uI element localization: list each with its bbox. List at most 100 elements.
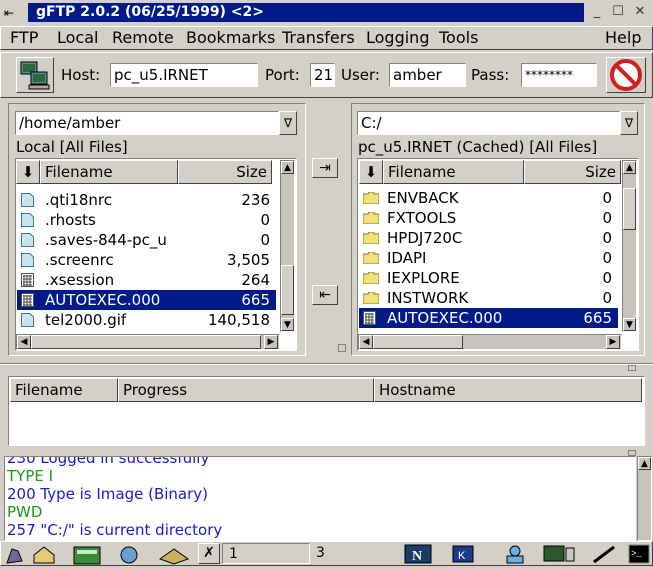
transfer-col-hostname[interactable]: Hostname [374, 378, 642, 402]
transfer-col-filename[interactable]: Filename [10, 378, 118, 402]
file-row[interactable]: .xsession 264 [17, 270, 276, 290]
port-label: Port: [265, 66, 300, 84]
file-name: .xsession [45, 271, 115, 289]
file-size: 0 [602, 189, 612, 207]
remote-col-filename[interactable]: Filename [383, 160, 524, 184]
edit-icon[interactable] [590, 544, 618, 564]
file-size: 264 [241, 271, 270, 289]
pane-resize-handle[interactable] [338, 344, 346, 352]
log-line: TYPE I [7, 467, 54, 485]
remote-col-size[interactable]: Size [524, 160, 621, 184]
scroll-left-icon[interactable]: ◀ [17, 335, 31, 349]
remote-vscroll-thumb[interactable] [623, 188, 636, 230]
scroll-down-icon[interactable]: ▼ [281, 318, 294, 331]
local-path-input[interactable]: /home/amber [15, 111, 279, 135]
file-size: 665 [241, 291, 270, 309]
scroll-left-icon[interactable]: ◀ [359, 335, 373, 349]
file-row[interactable]: IEXPLORE 0 [359, 268, 618, 288]
file-row[interactable]: .screenrc 3,505 [17, 250, 276, 270]
upload-button[interactable]: ⇥ [312, 158, 338, 178]
log-view[interactable]: 230 Logged in successfully TYPE I 200 Type… [4, 456, 636, 541]
resize-handle[interactable] [628, 365, 636, 371]
calculator-icon[interactable] [72, 545, 102, 565]
menu-logging[interactable]: Logging [366, 28, 429, 48]
user-label: User: [341, 66, 380, 84]
close-icon[interactable]: ✕ [631, 4, 649, 22]
local-col-size[interactable]: Size [178, 160, 272, 184]
file-row[interactable]: IDAPI 0 [359, 248, 618, 268]
remote-sort-button[interactable]: ⬇ [359, 160, 383, 184]
window-menu-icon[interactable]: ⇤ [4, 5, 24, 21]
menu-tools[interactable]: Tools [439, 28, 478, 48]
files-icon[interactable] [158, 545, 190, 565]
file-row[interactable]: .saves-844-pc_u 0 [17, 230, 276, 250]
minimize-icon[interactable]: _ [588, 4, 606, 22]
menu-bookmarks[interactable]: Bookmarks [186, 28, 275, 48]
remote-path-dropdown[interactable]: ∇ [620, 111, 638, 135]
folder-icon [363, 212, 379, 224]
file-name: HPDJ720C [387, 229, 463, 247]
file-row[interactable]: ENVBACK 0 [359, 188, 618, 208]
menu-local[interactable]: Local [57, 28, 98, 48]
port-input[interactable]: 21 [310, 63, 335, 87]
file-row[interactable]: .rhosts 0 [17, 210, 276, 230]
menu-ftp[interactable]: FTP [10, 28, 38, 48]
pass-input[interactable]: ******** [521, 63, 597, 87]
tools-icon[interactable]: ✗ [198, 543, 220, 564]
netscape-icon[interactable]: N [404, 544, 432, 564]
folder-icon [363, 252, 379, 264]
local-hscroll-thumb[interactable] [31, 335, 261, 349]
file-size: 140,518 [207, 311, 270, 329]
scroll-up-icon[interactable]: ▲ [638, 457, 651, 470]
desktop-1[interactable]: 1 [222, 543, 310, 564]
file-row[interactable]: INSTWORK 0 [359, 288, 618, 308]
terminal-icon[interactable]: >_ [628, 544, 650, 564]
menu-remote[interactable]: Remote [112, 28, 174, 48]
remote-rows: ENVBACK 0 FXTOOLS 0 HPDJ720C 0 IDAPI 0 IEXPLORE 0… [359, 188, 618, 328]
monitor-icon[interactable] [542, 544, 576, 564]
file-row[interactable]: AUTOEXEC.000 665 [359, 308, 618, 328]
connect-button[interactable] [16, 57, 54, 93]
scroll-right-icon[interactable]: ▶ [606, 335, 620, 349]
file-size: 0 [602, 209, 612, 227]
log-line: 200 Type is Image (Binary) [7, 485, 209, 503]
scroll-down-icon[interactable]: ▼ [623, 318, 636, 331]
menu-help[interactable]: Help [605, 28, 641, 48]
local-col-filename[interactable]: Filename [40, 160, 178, 184]
file-name: ENVBACK [387, 189, 459, 207]
local-sort-button[interactable]: ⬇ [16, 160, 40, 184]
remote-path-input[interactable]: C:/ [357, 111, 620, 135]
download-button[interactable]: ⇤ [312, 285, 338, 305]
file-row[interactable]: .qti18nrc 236 [17, 190, 276, 210]
browser-icon[interactable] [116, 545, 142, 565]
home-icon[interactable] [32, 545, 56, 565]
scroll-up-icon[interactable]: ▲ [281, 161, 294, 174]
file-name: FXTOOLS [387, 209, 457, 227]
file-row[interactable]: AUTOEXEC.000 665 [17, 290, 276, 310]
file-row[interactable]: tel2000.gif 140,518 [17, 310, 276, 330]
remote-hscroll-thumb[interactable] [373, 335, 463, 349]
local-rows: .qti18nrc 236 .rhosts 0 .saves-844-pc_u 0 .scr… [17, 190, 276, 330]
foot-menu-icon[interactable] [4, 545, 26, 565]
scroll-right-icon[interactable]: ▶ [264, 335, 278, 349]
host-input[interactable]: pc_u5.IRNET [110, 63, 258, 87]
local-path-dropdown[interactable]: ∇ [279, 111, 297, 135]
file-size: 0 [602, 269, 612, 287]
menu-transfers[interactable]: Transfers [282, 28, 355, 48]
file-size: 0 [602, 229, 612, 247]
remote-vscrollbar[interactable] [622, 160, 637, 332]
file-row[interactable]: FXTOOLS 0 [359, 208, 618, 228]
local-vscroll-thumb[interactable] [281, 265, 294, 315]
desktop-3[interactable]: 3 [310, 543, 398, 564]
file-size: 3,505 [227, 251, 270, 269]
maximize-icon[interactable]: ☐ [609, 4, 627, 22]
file-row[interactable]: HPDJ720C 0 [359, 228, 618, 248]
transfer-col-progress[interactable]: Progress [118, 378, 374, 402]
file-name: AUTOEXEC.000 [45, 291, 161, 309]
user-input[interactable]: amber [389, 63, 466, 87]
user-icon[interactable] [502, 544, 528, 564]
kde-icon[interactable]: K [452, 544, 474, 564]
stop-button[interactable] [606, 57, 646, 93]
scroll-up-icon[interactable]: ▲ [623, 161, 636, 174]
file-icon [21, 193, 34, 207]
